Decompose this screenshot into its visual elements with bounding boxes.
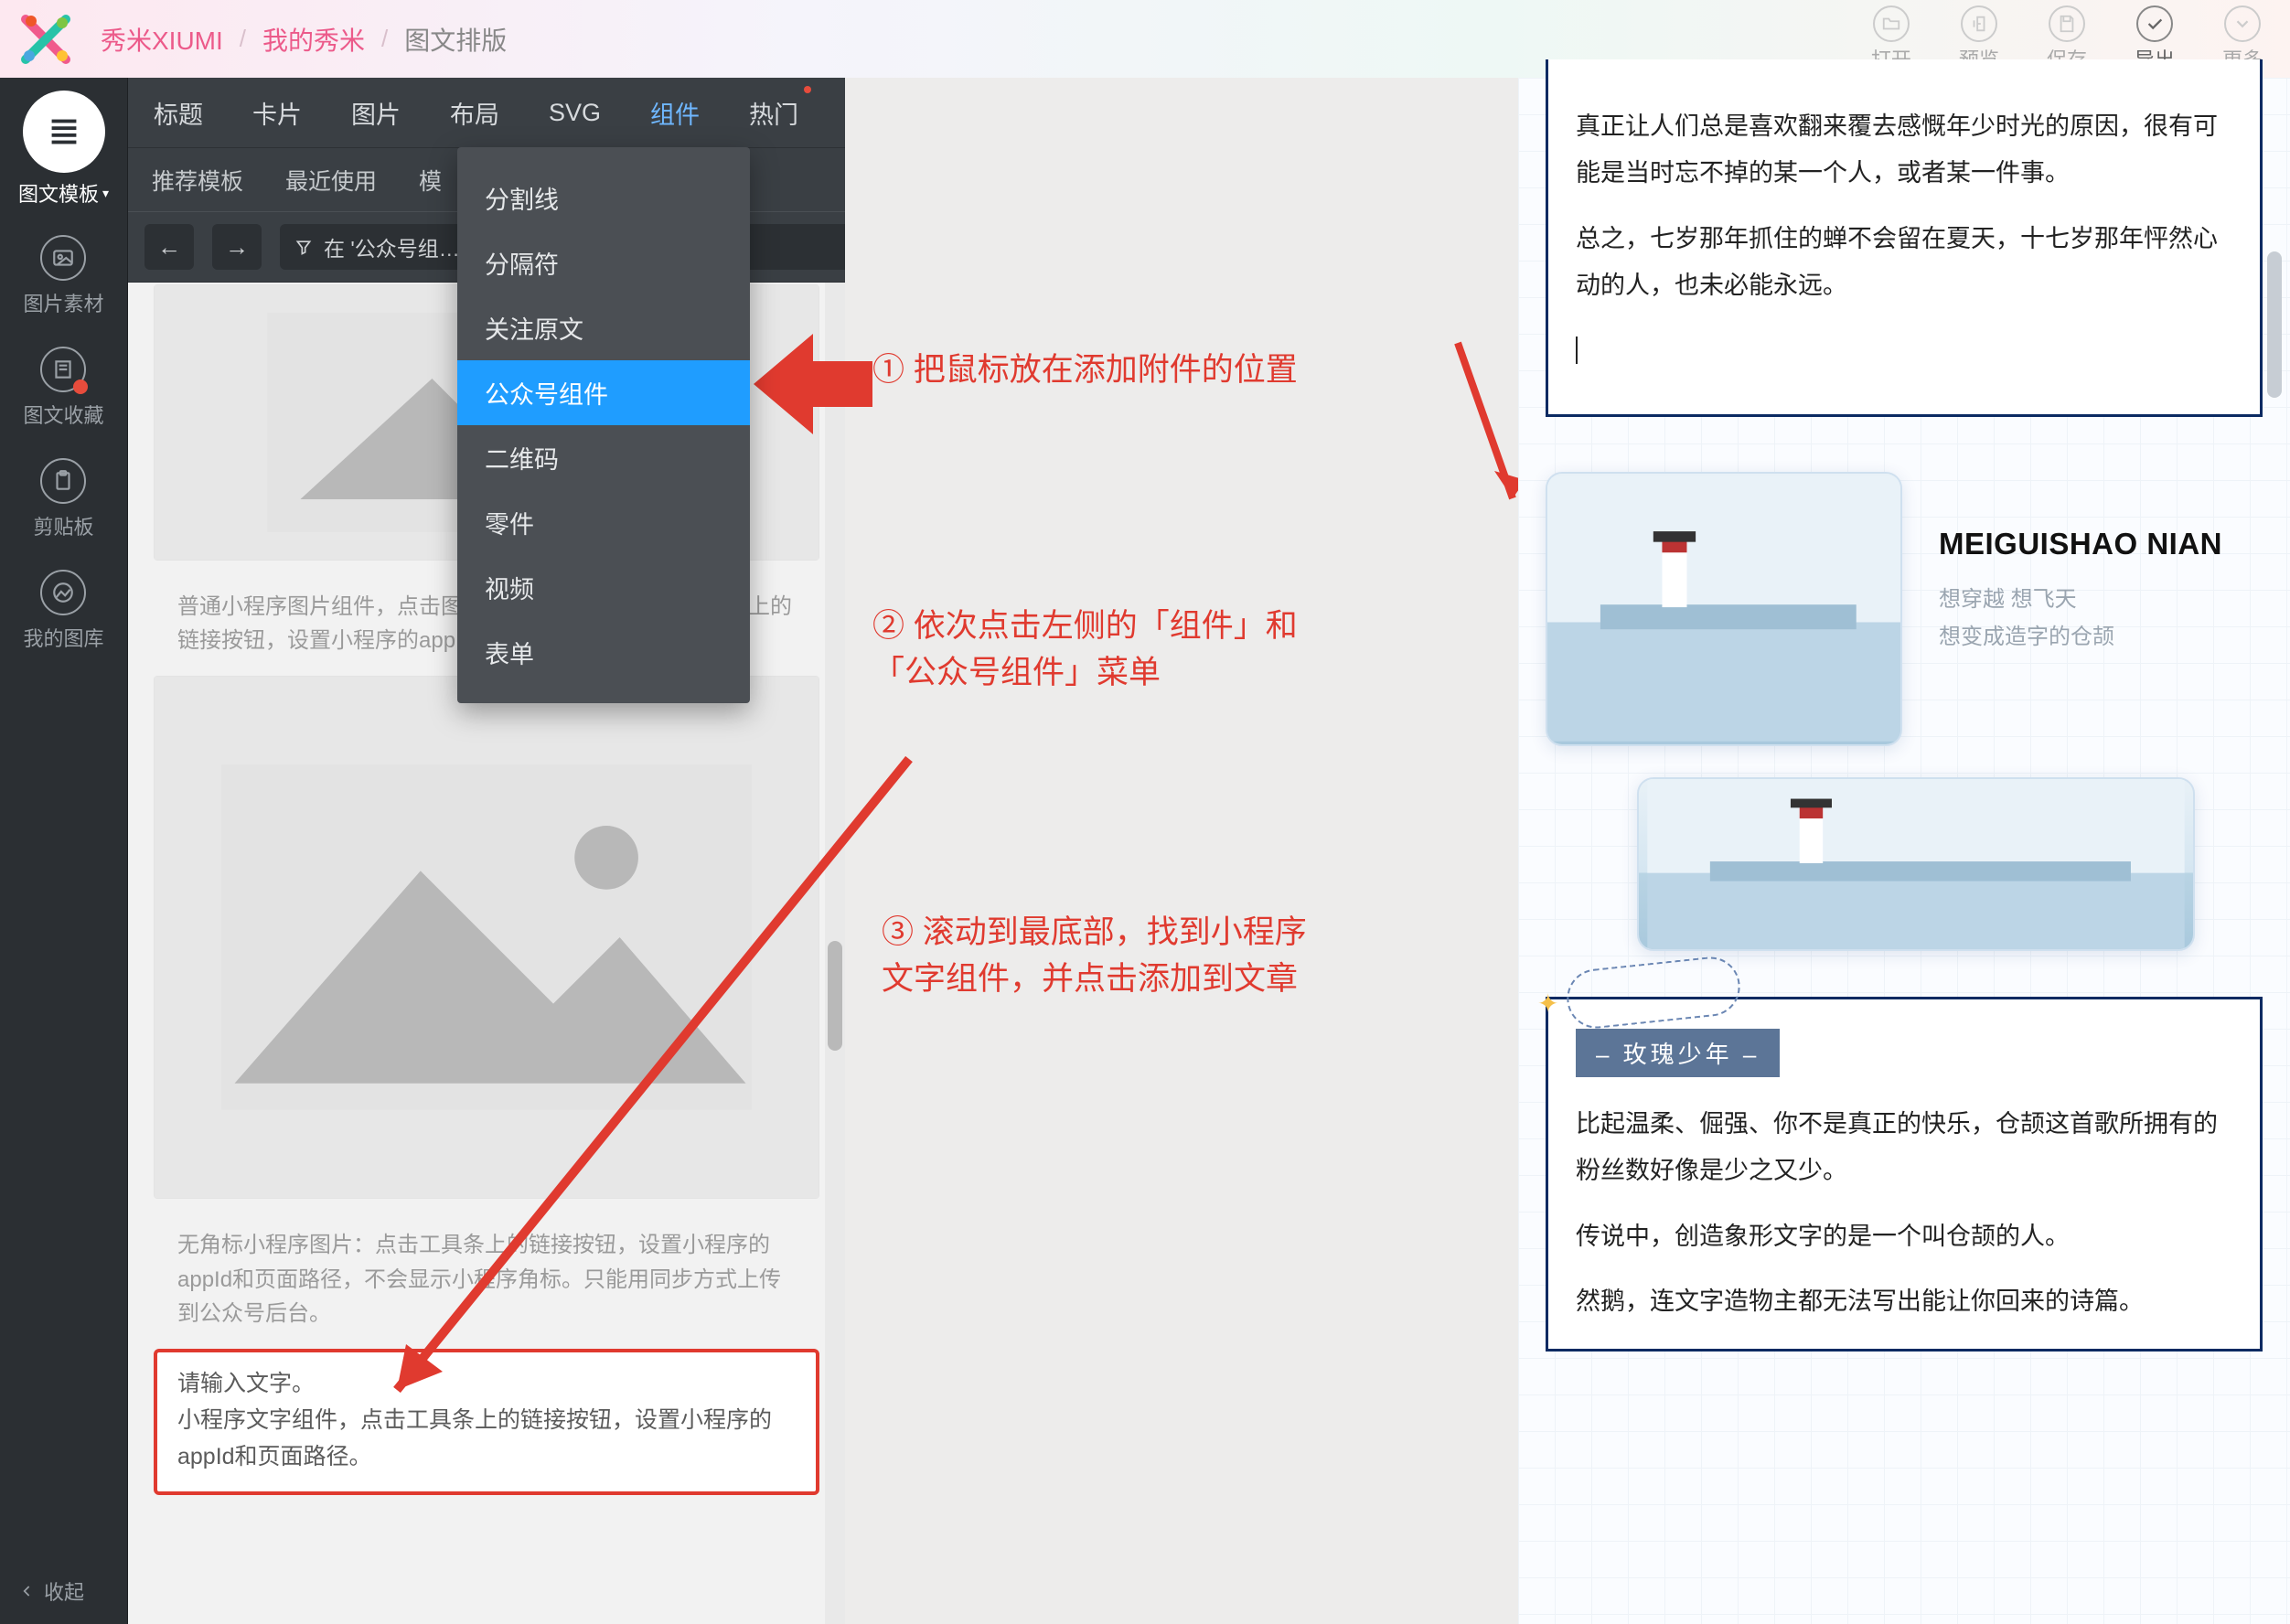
preview-paragraph: 真正让人们总是喜欢翻来覆去感慨年少时光的原因，很有可能是当时忘不掉的某一个人，或… [1576,103,2232,198]
folder-icon [1873,5,1910,42]
favorites-icon [40,347,86,392]
annotation-canvas: ① 把鼠标放在添加附件的位置 ② 依次点击左侧的「组件」和「公众号组件」菜单 ③… [845,78,1522,1624]
dashed-oval-icon [1564,954,1743,1031]
menu-separator[interactable]: 分隔符 [457,230,750,295]
preview-paragraph: 总之，七岁那年抓住的蝉不会留在夏天，十七岁那年怦然心动的人，也未必能永远。 [1576,216,2232,310]
tab-title[interactable]: 标题 [152,90,205,136]
left-rail: 图文模板▾ 图片素材 图文收藏 剪贴板 我的图库 收起 [0,78,128,1624]
preview-text-block[interactable]: 真正让人们总是喜欢翻来覆去感慨年少时光的原因，很有可能是当时忘不掉的某一个人，或… [1546,59,2263,417]
rail-clipboard-button[interactable]: 剪贴板 [33,458,93,540]
menu-divider[interactable]: 分割线 [457,166,750,230]
breadcrumb: 秀米XIUMI / 我的秀米 / 图文排版 [101,21,1871,58]
menu-parts[interactable]: 零件 [457,490,750,555]
filter-text: 在 '公众号组… [324,231,460,262]
rail-gallery-label: 我的图库 [23,623,103,652]
annotation-3: ③ 滚动到最底部，找到小程序文字组件，并点击添加到文章 [882,910,1307,1003]
annotation-1: ① 把鼠标放在添加附件的位置 [872,347,1298,394]
menu-video[interactable]: 视频 [457,555,750,620]
nav-forward-button[interactable]: → [212,224,262,270]
menu-form[interactable]: 表单 [457,620,750,685]
menu-follow[interactable]: 关注原文 [457,295,750,360]
chevron-down-icon [2224,5,2261,42]
preview-image-card[interactable] [1546,472,1902,746]
preview-section-block[interactable]: ✦ – 玫瑰少年 – 比起温柔、倔强、你不是真正的快乐，仓颉这首歌所拥有的粉丝数… [1546,997,2263,1352]
text-caret-icon [1576,337,2232,364]
breadcrumb-sep: / [240,25,246,53]
tab-component[interactable]: 组件 [648,90,701,136]
check-icon [2136,5,2173,42]
rail-favorites-label: 图文收藏 [23,400,103,429]
breadcrumb-sep: / [381,25,388,53]
rail-images-label: 图片素材 [23,288,103,317]
arrow-icon [754,325,872,443]
breadcrumb-my[interactable]: 我的秀米 [262,21,365,58]
gallery-icon [40,570,86,615]
menu-qrcode[interactable]: 二维码 [457,425,750,490]
preview-paragraph: 然鹅，连文字造物主都无法写出能让你回来的诗篇。 [1576,1278,2232,1325]
nav-back-button[interactable]: ← [144,224,194,270]
component-dropdown: 分割线 分隔符 关注原文 公众号组件 二维码 零件 视频 表单 [457,147,750,703]
preview-heading: MEIGUISHAO NIAN [1939,527,2222,561]
breadcrumb-current: 图文排版 [404,21,507,58]
sparkle-icon: ✦ [1537,988,1558,1019]
templates-label: 图文模板▾ [18,178,109,208]
rail-templates-button[interactable] [23,91,105,173]
preview-paragraph: 比起温柔、倔强、你不是真正的快乐，仓颉这首歌所拥有的粉丝数好像是少之又少。 [1576,1101,2232,1195]
tab-svg[interactable]: SVG [547,93,603,133]
subtab-trunc[interactable]: 模 [419,164,442,197]
rail-clip-label: 剪贴板 [33,511,93,540]
rail-collapse-label: 收起 [44,1576,84,1606]
arrow-icon [1439,334,1531,517]
subtab-recent[interactable]: 最近使用 [285,164,377,197]
tab-hot[interactable]: 热门 [747,90,800,136]
rail-images-button[interactable]: 图片素材 [23,235,103,317]
preview-image-card[interactable] [1637,777,2195,951]
preview-subtext: 想变成造字的仓颉 [1939,619,2222,657]
preview-scrollbar[interactable] [2264,87,2285,1615]
preview-image-text: MEIGUISHAO NIAN 想穿越 想飞天 想变成造字的仓颉 [1939,472,2222,657]
annotation-2: ② 依次点击左侧的「组件」和「公众号组件」菜单 [872,604,1298,697]
section-badge: – 玫瑰少年 – [1576,1029,1780,1077]
tab-card[interactable]: 卡片 [251,90,304,136]
clipboard-icon [40,458,86,504]
tab-image[interactable]: 图片 [349,90,402,136]
save-icon [2049,5,2085,42]
breadcrumb-brand[interactable]: 秀米XIUMI [101,21,223,58]
image-icon [40,235,86,281]
tab-layout[interactable]: 布局 [448,90,501,136]
preview-subtext: 想穿越 想飞天 [1939,582,2222,619]
rail-collapse-button[interactable]: 收起 [0,1576,127,1606]
preview-paragraph: 传说中，创造象形文字的是一个叫仓颉的人。 [1576,1213,2232,1260]
preview-image-row: MEIGUISHAO NIAN 想穿越 想飞天 想变成造字的仓颉 [1546,472,2263,746]
rail-gallery-button[interactable]: 我的图库 [23,570,103,652]
preview-pane[interactable]: 真正让人们总是喜欢翻来覆去感慨年少时光的原因，很有可能是当时忘不掉的某一个人，或… [1518,78,2290,1624]
menu-wechat-component[interactable]: 公众号组件 [457,360,750,425]
subtab-recommend[interactable]: 推荐模板 [152,164,243,197]
scrollbar-thumb[interactable] [2267,251,2282,398]
app-logo[interactable] [18,12,73,67]
rail-favorites-button[interactable]: 图文收藏 [23,347,103,429]
arrow-icon [360,750,927,1417]
eye-icon [1961,5,1997,42]
